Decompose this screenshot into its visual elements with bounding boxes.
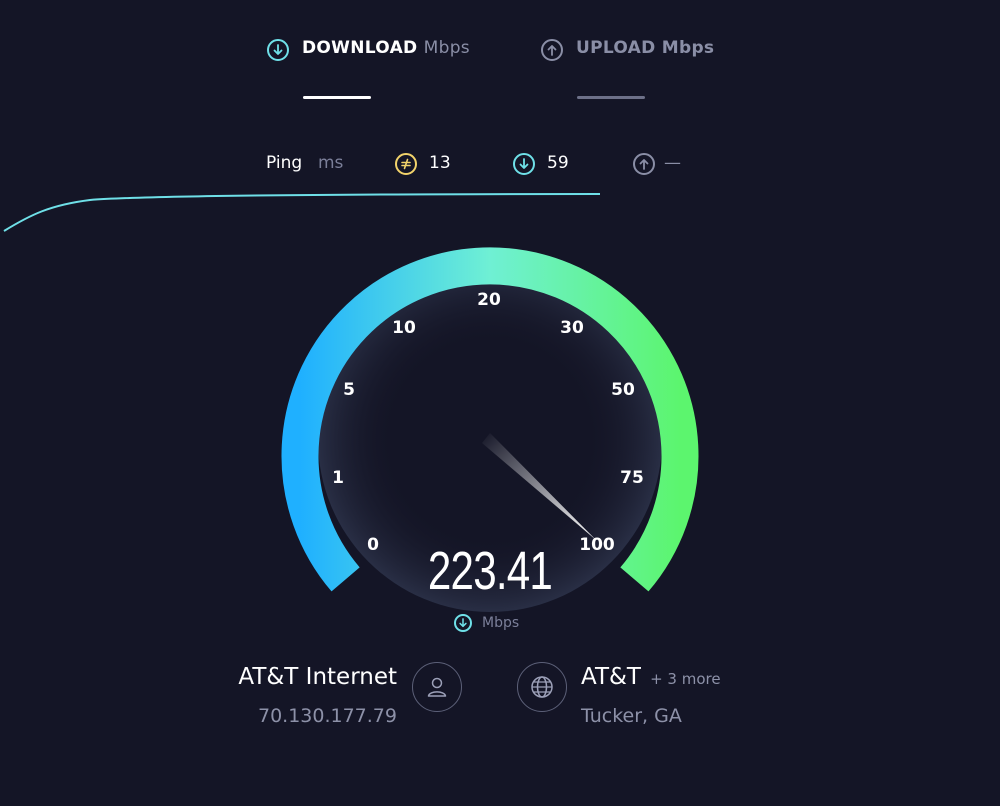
server-name: AT&T (581, 664, 641, 690)
speed-value: 223.41 (427, 541, 553, 601)
gauge-label-0: 0 (367, 535, 379, 555)
server-name-row: AT&T + 3 more (581, 664, 721, 690)
user-icon (427, 677, 447, 697)
gauge-label-1: 1 (332, 468, 344, 488)
provider-ip: 70.130.177.79 (257, 705, 397, 727)
gauge-label-50: 50 (611, 380, 635, 400)
gauge-label-20: 20 (477, 290, 501, 310)
globe-icon (531, 676, 553, 698)
speed-gauge (281, 247, 699, 612)
server-button[interactable] (517, 662, 567, 712)
gauge-label-5: 5 (343, 380, 355, 400)
provider-name: AT&T Internet (238, 664, 397, 690)
gauge-label-75: 75 (620, 468, 644, 488)
gauge-label-100: 100 (579, 535, 615, 555)
provider-button[interactable] (412, 662, 462, 712)
result-download-icon (454, 614, 472, 632)
gauge-label-10: 10 (392, 318, 416, 338)
server-more[interactable]: + 3 more (650, 670, 721, 688)
speed-unit: Mbps (482, 615, 520, 631)
server-location: Tucker, GA (581, 705, 682, 727)
gauge-label-30: 30 (560, 318, 584, 338)
